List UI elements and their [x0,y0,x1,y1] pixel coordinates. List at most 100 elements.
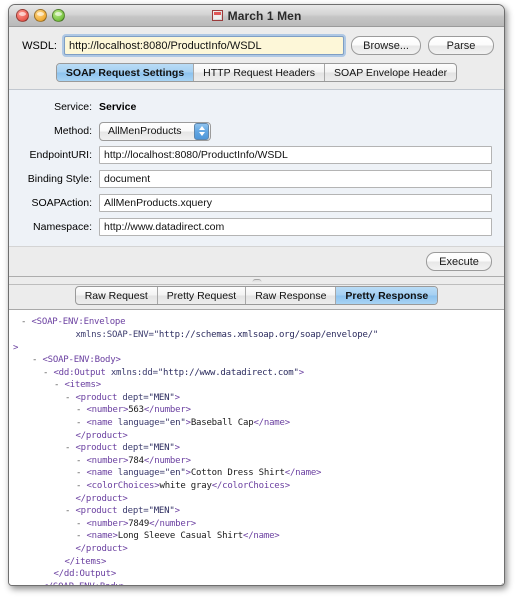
xml-line: xmlns:SOAP-ENV="http://schemas.xmlsoap.o… [13,329,500,342]
minimize-button-icon[interactable] [34,9,47,22]
xml-token-tw: <SOAP-ENV:Envelope [31,317,126,328]
splitter-grip-icon[interactable] [252,279,261,283]
xml-token-tw: </name> [243,531,280,542]
xml-line: - <name language="en">Cotton Dress Shirt… [13,467,500,480]
xml-line: - <number>563</number> [13,404,500,417]
xml-line: </items> [13,556,500,569]
xml-token-tw: <items> [64,380,101,391]
settings-panel: WSDL: http://localhost:8080/ProductInfo/… [9,27,504,277]
execute-button[interactable]: Execute [426,252,492,271]
method-label: Method: [54,125,92,137]
xml-token-tw: <product [75,443,123,454]
xml-line: - <product dept="MEN"> [13,392,500,405]
endpoint-label: EndpointURI: [29,149,92,161]
xml-token-tw: <SOAP-ENV:Body> [42,355,121,366]
xml-token-av: "MEN" [148,506,175,517]
xml-token-tw: </SOAP-ENV:Body> [42,582,126,585]
xml-line: - <number>784</number> [13,455,500,468]
xml-token-tw: <dd:Output [53,367,111,378]
namespace-input[interactable]: http://www.datadirect.com [99,218,492,236]
settings-tabstrip: SOAP Request Settings HTTP Request Header… [9,63,504,89]
xml-line: </product> [13,543,500,556]
response-tab-1[interactable]: Pretty Request [158,287,247,305]
xml-indent-spacer [65,544,75,554]
response-tab-2[interactable]: Raw Response [246,287,337,305]
disclosure-triangle-icon[interactable]: - [76,519,86,529]
service-label: Service: [54,101,92,113]
xml-token-tw: > [174,392,180,403]
xml-line: > [13,342,500,355]
xml-token-tw: <number> [86,455,129,466]
close-button-icon[interactable] [16,9,29,22]
xml-token-tx: Baseball Cap [190,418,254,429]
settings-tab-2[interactable]: SOAP Envelope Header [325,64,456,81]
xml-token-an: language= [117,418,165,429]
xml-token-tw: </number> [143,405,191,416]
wsdl-label: WSDL: [22,39,57,52]
panel-splitter[interactable] [9,277,504,286]
xml-token-tw: > [298,367,304,378]
settings-tab-group: SOAP Request Settings HTTP Request Header… [55,63,458,82]
disclosure-triangle-icon[interactable]: - [76,456,86,466]
wsdl-input[interactable]: http://localhost:8080/ProductInfo/WSDL [64,36,345,55]
xml-token-an: dept= [122,392,149,403]
xml-token-tw: </items> [64,556,107,567]
execute-row: Execute [9,246,504,274]
disclosure-triangle-icon[interactable]: - [21,317,31,327]
pretty-response-viewer[interactable]: - <SOAP-ENV:Envelope xmlns:SOAP-ENV="htt… [9,310,504,585]
xml-token-tx: Long Sleeve Casual Shirt [117,531,243,542]
disclosure-triangle-icon[interactable]: - [76,405,86,415]
endpoint-row: EndpointURI: http://localhost:8080/Produ… [21,146,492,164]
disclosure-triangle-icon[interactable]: - [76,481,86,491]
disclosure-triangle-icon[interactable]: - [65,393,75,403]
response-tab-group: Raw Request Pretty Request Raw Response Pre… [74,286,439,306]
window-title: March 1 Men [227,8,302,23]
parse-button[interactable]: Parse [428,36,494,55]
xml-indent-spacer [54,557,64,567]
disclosure-triangle-icon[interactable]: - [65,443,75,453]
disclosure-triangle-icon[interactable]: - [76,531,86,541]
xml-token-tw: </colorChoices> [211,481,290,492]
xml-token-av: "MEN" [148,392,175,403]
method-select[interactable]: AllMenProducts [99,121,211,141]
disclosure-triangle-icon[interactable]: - [76,468,86,478]
xml-token-tw: <product [75,506,123,517]
window-titlebar[interactable]: March 1 Men [9,5,504,27]
xml-token-an: language= [117,468,165,479]
xml-indent-spacer [65,431,75,441]
xml-token-an: xmlns:dd= [110,367,158,378]
xml-token-tw: <number> [86,518,129,529]
xml-line: - <colorChoices>white gray</colorChoices… [13,480,500,493]
xml-line: - <items> [13,379,500,392]
settings-tab-0[interactable]: SOAP Request Settings [56,64,195,81]
xml-token-tx: 784 [128,455,144,466]
xml-line: - <name>Long Sleeve Casual Shirt</name> [13,530,500,543]
disclosure-triangle-icon[interactable]: - [54,380,64,390]
response-tab-0[interactable]: Raw Request [76,287,158,305]
application-window: March 1 Men WSDL: http://localhost:8080/… [8,4,505,586]
xml-token-an: xmlns:SOAP-ENV= [75,329,154,340]
service-value: Service [99,101,137,113]
soapaction-label: SOAPAction: [31,197,93,209]
endpoint-input[interactable]: http://localhost:8080/ProductInfo/WSDL [99,146,492,164]
response-tab-3[interactable]: Pretty Response [336,287,438,305]
xml-token-tx: Cotton Dress Shirt [190,468,285,479]
xml-token-tw: <name [86,468,118,479]
disclosure-triangle-icon[interactable]: - [76,418,86,428]
binding-style-input[interactable]: document [99,170,492,188]
disclosure-triangle-icon[interactable]: - [43,368,53,378]
xml-line: - <SOAP-ENV:Body> [13,354,500,367]
method-row: Method: AllMenProducts [21,121,492,141]
soapaction-row: SOAPAction: AllMenProducts.xquery [21,194,492,212]
disclosure-triangle-icon[interactable]: - [65,506,75,516]
xml-indent-spacer [43,569,53,579]
xml-token-tw: </name> [284,468,322,479]
resize-grip-icon[interactable] [490,571,504,585]
soapaction-input[interactable]: AllMenProducts.xquery [99,194,492,212]
zoom-button-icon[interactable] [52,9,65,22]
disclosure-triangle-icon[interactable]: - [32,355,42,365]
response-tabstrip: Raw Request Pretty Request Raw Response Pre… [9,285,504,311]
browse-button[interactable]: Browse... [351,36,421,55]
xml-token-tw: </name> [253,418,290,429]
settings-tab-1[interactable]: HTTP Request Headers [194,64,326,81]
